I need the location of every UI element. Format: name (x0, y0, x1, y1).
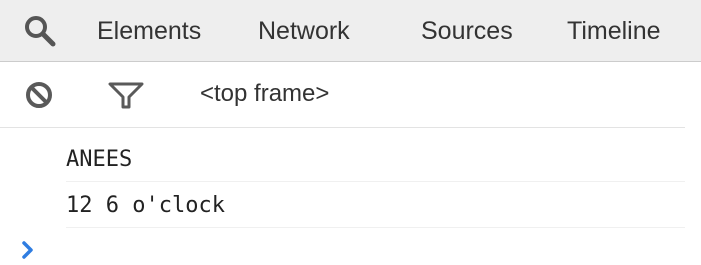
search-icon[interactable] (22, 13, 58, 49)
tab-timeline[interactable]: Timeline (567, 15, 661, 47)
console-prompt[interactable] (0, 232, 685, 265)
console-toolbar: <top frame> (0, 62, 685, 128)
filter-icon[interactable] (106, 80, 146, 110)
console-message: ANEES (66, 138, 685, 182)
clear-console-icon[interactable] (24, 80, 54, 110)
tab-elements[interactable]: Elements (97, 15, 201, 47)
tab-sources[interactable]: Sources (421, 15, 513, 47)
tab-network[interactable]: Network (258, 15, 350, 47)
chevron-right-icon (21, 240, 35, 260)
devtools-window: Elements Network Sources Timeline <top f… (0, 0, 701, 265)
devtools-tab-bar: Elements Network Sources Timeline (0, 0, 701, 62)
console-message: 12 6 o'clock (66, 184, 685, 228)
frame-selector[interactable]: <top frame> (200, 77, 329, 111)
